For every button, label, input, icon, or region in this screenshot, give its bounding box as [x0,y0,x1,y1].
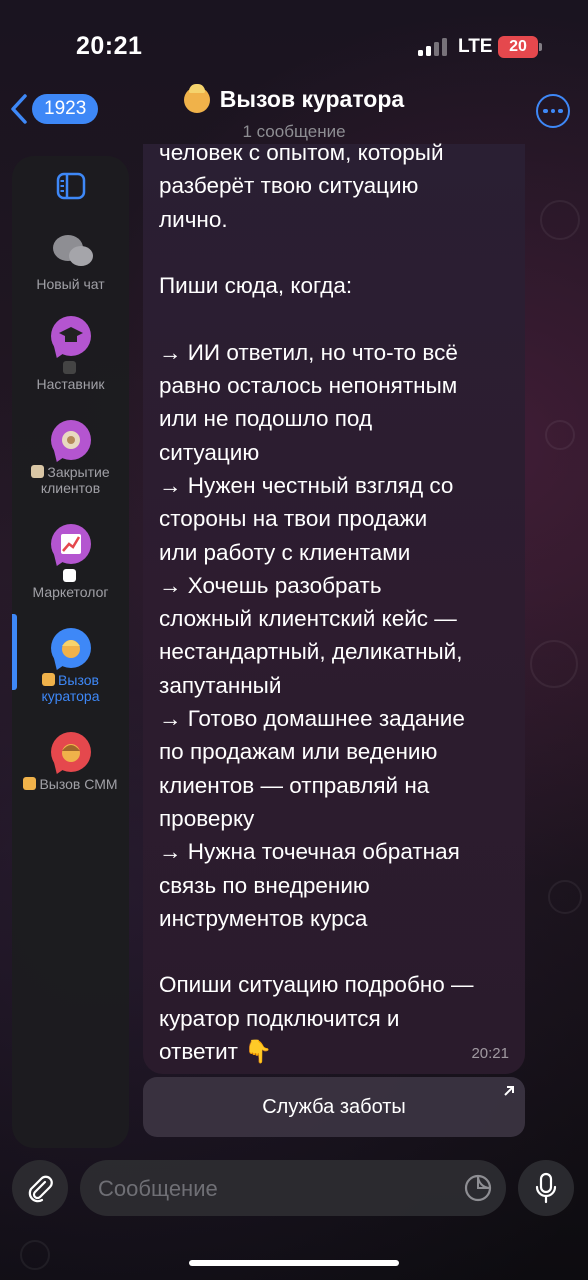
graduation-cap-icon [62,361,76,374]
external-link-arrow-icon [504,1086,514,1096]
handshake-icon [50,420,91,460]
sidebar-item-label: Закрытие клиентов [40,464,110,496]
curator-emoji-icon [183,83,210,113]
sidebar-item-label: Наставник [36,376,105,392]
sidebar-item-label: Вызов СММ [39,776,118,792]
chart-up-icon [50,524,91,564]
message-bubble: человек с опытом, который разберёт твою … [143,140,525,1074]
message-text: человек с опытом, который разберёт твою … [159,140,474,1065]
curator-icon [50,628,91,668]
chart-up-icon [62,569,76,582]
battery-icon: 20 [498,36,542,58]
chat-title-area[interactable]: Вызов куратора 1 сообщение [0,83,588,142]
message-input[interactable]: Сообщение [80,1160,506,1216]
message-placeholder: Сообщение [98,1176,218,1201]
chat-title: Вызов куратора [219,86,405,112]
smm-emoji-icon [23,777,37,790]
sidebar-item-mentor[interactable]: Наставник [12,316,129,392]
home-indicator [189,1260,399,1266]
sidebar-item-marketer[interactable]: Маркетолог [12,524,129,600]
support-button-label: Служба заботы [262,1095,406,1118]
sidebar-item-new-chat[interactable]: Новый чат [12,232,129,292]
paperclip-icon [28,1175,53,1203]
sidebar-item-smm[interactable]: Вызов СММ [12,732,129,792]
sidebar-item-label: Маркетолог [32,584,109,600]
curator-emoji-icon [42,673,56,686]
handshake-icon [31,465,45,478]
battery-level: 20 [509,38,527,55]
attach-button[interactable] [12,1160,68,1216]
smm-icon [50,732,91,772]
message-time: 20:21 [471,1045,509,1062]
support-inline-button[interactable]: Служба заботы [143,1077,525,1137]
chat-header: 1923 Вызов куратора 1 сообщение [0,80,588,144]
status-time: 20:21 [76,32,143,60]
microphone-icon [535,1172,557,1204]
bot-menu-sidebar: Новый чат Наставник Закрытие клиентов Ма… [12,156,129,1148]
more-options-button[interactable] [536,94,570,128]
sidebar-item-label: Новый чат [36,276,105,292]
sidebar-toggle-icon[interactable] [56,172,86,200]
sticker-icon[interactable] [464,1174,492,1202]
network-type: LTE [458,36,493,57]
sidebar-item-closing-clients[interactable]: Закрытие клиентов [12,420,129,496]
chat-bubbles-icon [51,232,93,272]
voice-message-button[interactable] [518,1160,574,1216]
sidebar-item-curator[interactable]: Вызов куратора [12,628,129,704]
signal-icon [418,38,448,56]
graduation-cap-icon [50,316,91,356]
